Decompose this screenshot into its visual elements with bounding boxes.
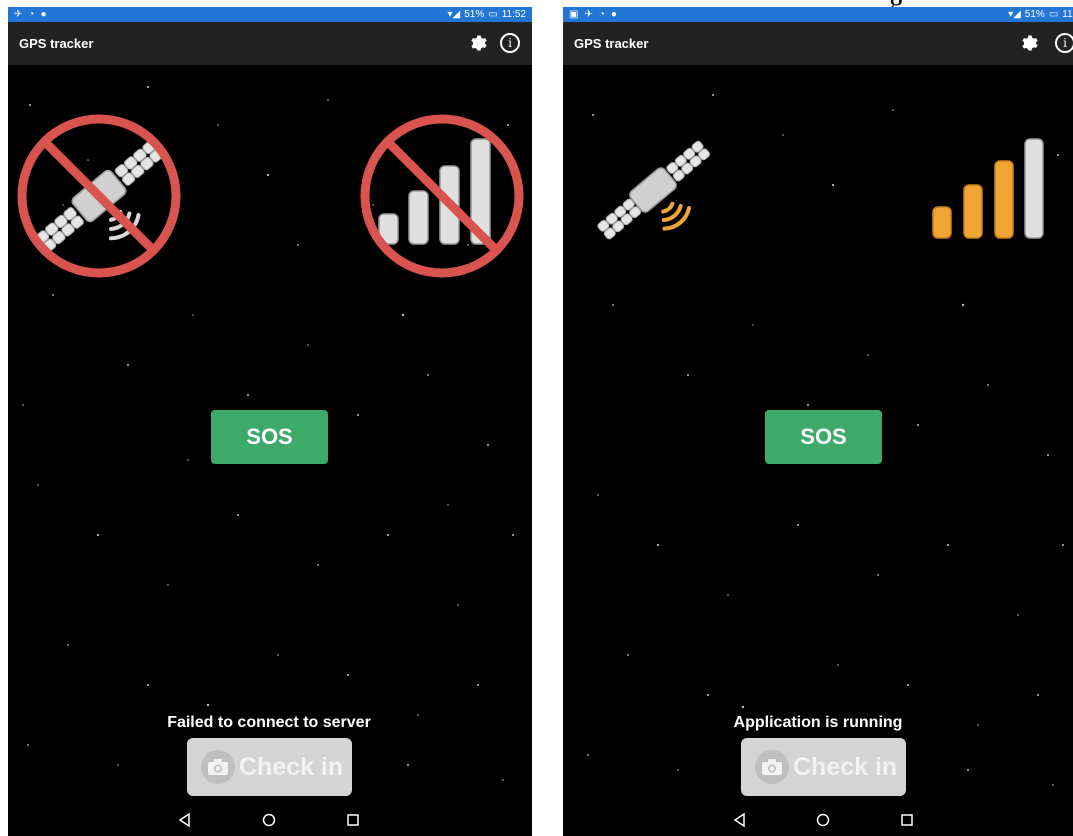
- signal-strength-icon: ▾◢: [447, 9, 461, 20]
- battery-icon: ▭: [488, 9, 498, 20]
- app-title: GPS tracker: [19, 36, 94, 51]
- home-icon[interactable]: [816, 813, 830, 827]
- network-active-icon: [932, 138, 1044, 239]
- wifi-icon: ◔: [598, 9, 605, 20]
- phone-screen-running: ▣ ✈ ◔ ● ▾◢ 51% ▭ 11:5 GPS tracker i: [563, 7, 1073, 836]
- connection-status: Failed to connect to server: [167, 714, 371, 731]
- status-bar: ✈ ◔ ● ▾◢ 51% ▭ 11:52: [8, 7, 532, 22]
- check-in-label: Check in: [239, 752, 344, 781]
- status-bar: ▣ ✈ ◔ ● ▾◢ 51% ▭ 11:5: [563, 7, 1073, 22]
- back-icon[interactable]: [733, 813, 747, 827]
- notification-icon: ✈: [14, 9, 23, 20]
- camera-icon: [755, 750, 789, 784]
- camera-icon: [201, 750, 235, 784]
- sos-button[interactable]: SOS: [765, 410, 882, 464]
- image-notification-icon: ▣: [569, 9, 579, 20]
- clock: 11:52: [501, 9, 526, 20]
- notification-icon: ✈: [584, 9, 593, 20]
- battery-percent: 51%: [1024, 9, 1045, 20]
- gps-disabled-icon: [17, 114, 181, 278]
- network-disabled-icon: [360, 114, 524, 278]
- signal-strength-icon: ▾◢: [1008, 9, 1021, 20]
- android-nav-bar: [563, 806, 1073, 836]
- recent-apps-icon[interactable]: [346, 813, 360, 827]
- app-bar: GPS tracker i: [8, 22, 532, 65]
- connection-status: Application is running: [733, 714, 903, 731]
- phone-screen-disconnected: ✈ ◔ ● ▾◢ 51% ▭ 11:52 GPS tracker i SOS F…: [8, 7, 532, 836]
- location-pin-icon: ●: [610, 9, 617, 20]
- app-bar: GPS tracker i: [563, 22, 1073, 65]
- battery-percent: 51%: [464, 9, 485, 20]
- wifi-icon: ◔: [28, 9, 35, 20]
- recent-apps-icon[interactable]: [900, 813, 914, 827]
- gear-icon[interactable]: [469, 33, 489, 53]
- gps-active-icon: [597, 140, 711, 240]
- battery-icon: ▭: [1048, 9, 1059, 20]
- sos-button[interactable]: SOS: [211, 410, 328, 464]
- app-title: GPS tracker: [574, 36, 649, 51]
- info-icon[interactable]: i: [500, 33, 520, 53]
- clock: 11:5: [1062, 9, 1073, 20]
- back-icon[interactable]: [178, 813, 192, 827]
- home-icon[interactable]: [262, 813, 276, 827]
- location-pin-icon: ●: [40, 9, 47, 20]
- check-in-label: Check in: [793, 752, 898, 781]
- check-in-button[interactable]: Check in: [741, 738, 906, 796]
- info-icon[interactable]: i: [1055, 33, 1073, 53]
- android-nav-bar: [8, 806, 532, 836]
- gear-icon[interactable]: [1020, 33, 1040, 53]
- check-in-button[interactable]: Check in: [187, 738, 352, 796]
